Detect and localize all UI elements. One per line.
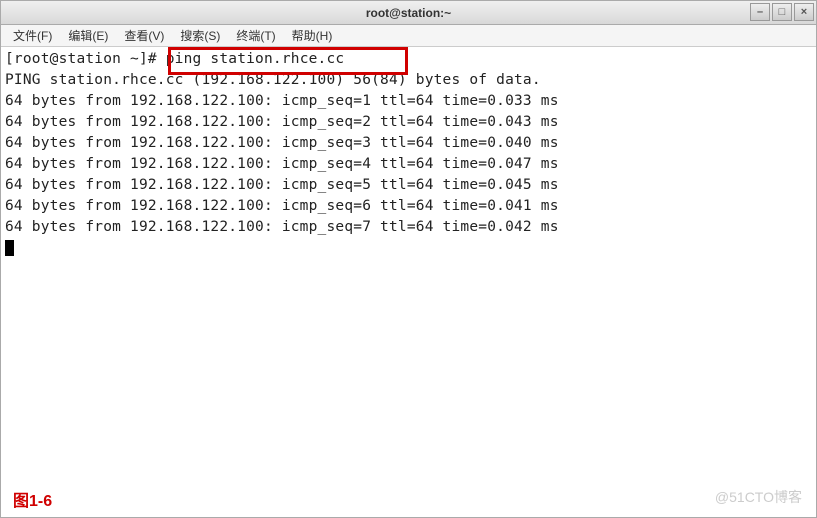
ping-line: 64 bytes from 192.168.122.100: icmp_seq=… — [5, 133, 812, 154]
prompt-line: [root@station ~]# ping station.rhce.cc — [5, 49, 812, 70]
menu-help[interactable]: 帮助(H) — [284, 25, 341, 46]
cursor-icon — [5, 240, 14, 256]
ping-line: 64 bytes from 192.168.122.100: icmp_seq=… — [5, 154, 812, 175]
ping-line: 64 bytes from 192.168.122.100: icmp_seq=… — [5, 196, 812, 217]
close-button[interactable]: × — [794, 3, 814, 21]
menu-view[interactable]: 查看(V) — [116, 25, 172, 46]
ping-line: 64 bytes from 192.168.122.100: icmp_seq=… — [5, 175, 812, 196]
menu-search[interactable]: 搜索(S) — [172, 25, 228, 46]
prompt: [root@station ~]# — [5, 51, 166, 67]
maximize-button[interactable]: □ — [772, 3, 792, 21]
menubar: 文件(F) 编辑(E) 查看(V) 搜索(S) 终端(T) 帮助(H) — [1, 25, 816, 47]
minimize-button[interactable]: – — [750, 3, 770, 21]
ping-header: PING station.rhce.cc (192.168.122.100) 5… — [5, 70, 812, 91]
terminal-area[interactable]: [root@station ~]# ping station.rhce.cc P… — [1, 47, 816, 261]
watermark: @51CTO博客 — [715, 487, 802, 507]
figure-label: 图1-6 — [13, 487, 52, 511]
titlebar: root@station:~ – □ × — [1, 1, 816, 25]
menu-edit[interactable]: 编辑(E) — [60, 25, 116, 46]
cursor-line — [5, 238, 812, 259]
menu-file[interactable]: 文件(F) — [5, 25, 60, 46]
window-title: root@station:~ — [366, 6, 451, 20]
command: ping station.rhce.cc — [166, 51, 345, 67]
ping-line: 64 bytes from 192.168.122.100: icmp_seq=… — [5, 217, 812, 238]
menu-terminal[interactable]: 终端(T) — [228, 25, 283, 46]
window-controls: – □ × — [750, 3, 814, 21]
ping-line: 64 bytes from 192.168.122.100: icmp_seq=… — [5, 91, 812, 112]
ping-line: 64 bytes from 192.168.122.100: icmp_seq=… — [5, 112, 812, 133]
